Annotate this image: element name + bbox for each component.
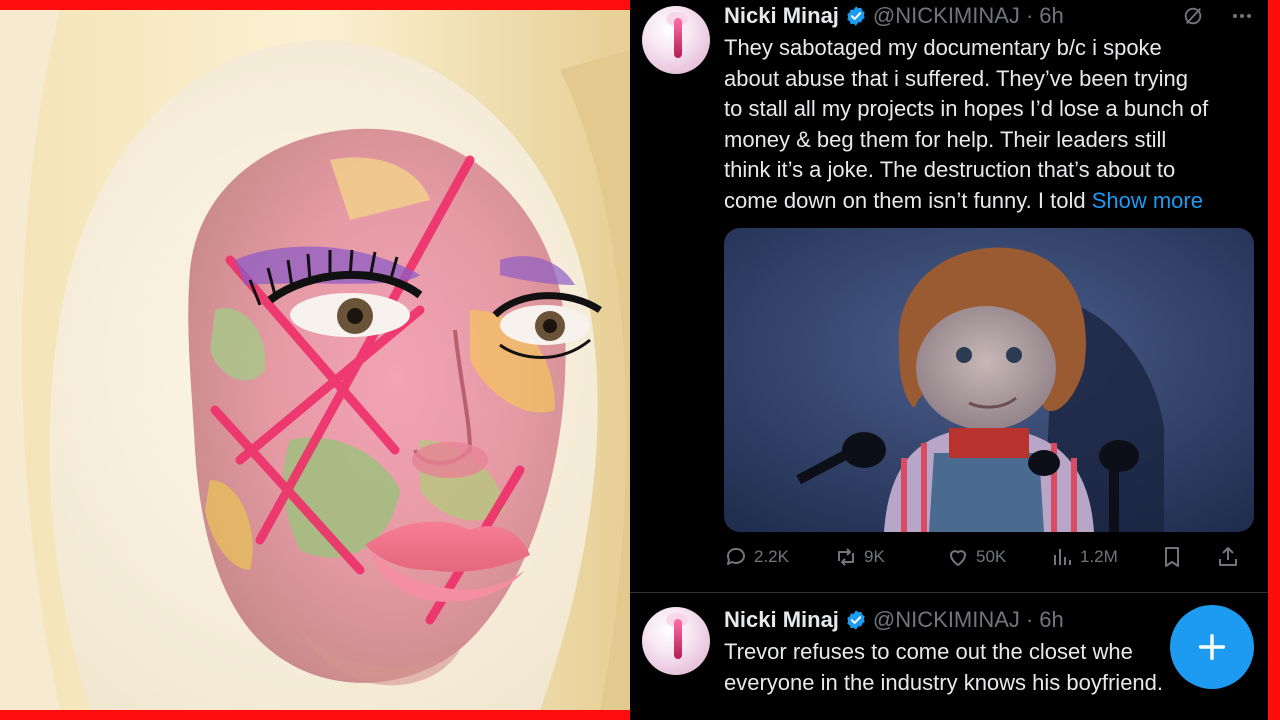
avatar[interactable] bbox=[642, 6, 710, 74]
bookmark-button[interactable] bbox=[1160, 545, 1216, 569]
like-count: 50K bbox=[976, 547, 1007, 566]
post[interactable]: Nicki Minaj @NICKIMINAJ · 6h They sabota… bbox=[630, 0, 1268, 593]
post-media-image[interactable] bbox=[724, 228, 1254, 532]
post-text-line: They sabotaged my documentary b/c i spok… bbox=[724, 35, 1162, 60]
separator-dot: · bbox=[1025, 607, 1034, 632]
post-text-line: think it’s a joke. The destruction that’… bbox=[724, 157, 1176, 182]
post-text: They sabotaged my documentary b/c i spok… bbox=[724, 33, 1254, 216]
author-name[interactable]: Nicki Minaj bbox=[724, 3, 839, 29]
views-icon bbox=[1054, 549, 1071, 565]
post-header: Nicki Minaj @NICKIMINAJ · 6h bbox=[724, 2, 1064, 30]
bookmark-icon bbox=[1165, 547, 1179, 567]
like-button[interactable]: 50K bbox=[946, 545, 1050, 569]
share-icon bbox=[1219, 547, 1237, 566]
post-header-actions bbox=[1182, 4, 1254, 28]
post-time[interactable]: 6h bbox=[1039, 607, 1063, 633]
compose-button[interactable] bbox=[1170, 605, 1254, 689]
post-text-line: money & beg them for help. Their leaders… bbox=[724, 126, 1167, 152]
author-handle[interactable]: @NICKIMINAJ bbox=[873, 607, 1020, 633]
repost-count: 9K bbox=[864, 547, 885, 566]
separator-dot: · bbox=[1025, 3, 1034, 28]
doll-image bbox=[724, 228, 1254, 532]
post-text-line: to stall all my projects in hopes I’d lo… bbox=[724, 96, 1209, 121]
post-actions: 2.2K 9K 50K 1.2M bbox=[724, 542, 1254, 572]
portrait-image bbox=[0, 10, 630, 710]
verified-badge-icon bbox=[845, 5, 867, 27]
views-button[interactable]: 1.2M bbox=[1050, 545, 1160, 569]
grok-icon[interactable] bbox=[1182, 5, 1204, 27]
post-text-line: everyone in the industry knows his boyfr… bbox=[724, 669, 1164, 695]
reply-icon bbox=[726, 547, 745, 565]
verified-badge-icon bbox=[845, 609, 867, 631]
author-name[interactable]: Nicki Minaj bbox=[724, 607, 839, 633]
feed-panel: Nicki Minaj @NICKIMINAJ · 6h They sabota… bbox=[630, 0, 1268, 720]
post-text-line: about abuse that i suffered. They’ve bee… bbox=[724, 65, 1188, 91]
heart-icon bbox=[950, 550, 966, 566]
repost-icon bbox=[838, 548, 854, 566]
post-header: Nicki Minaj @NICKIMINAJ · 6h bbox=[724, 606, 1064, 634]
repost-button[interactable]: 9K bbox=[834, 545, 946, 569]
post-text-line: come down on them isn’t funny. I told Sh… bbox=[724, 187, 1203, 213]
photo-panel bbox=[0, 10, 630, 710]
more-icon[interactable] bbox=[1230, 4, 1254, 28]
post-time[interactable]: 6h bbox=[1039, 3, 1063, 29]
share-button[interactable] bbox=[1216, 545, 1246, 569]
reply-button[interactable]: 2.2K bbox=[724, 545, 834, 569]
views-count: 1.2M bbox=[1080, 547, 1118, 566]
plus-icon bbox=[1198, 633, 1226, 661]
avatar[interactable] bbox=[642, 607, 710, 675]
show-more-link[interactable]: Show more bbox=[1092, 188, 1203, 213]
reply-count: 2.2K bbox=[754, 547, 789, 566]
author-handle[interactable]: @NICKIMINAJ bbox=[873, 3, 1020, 29]
